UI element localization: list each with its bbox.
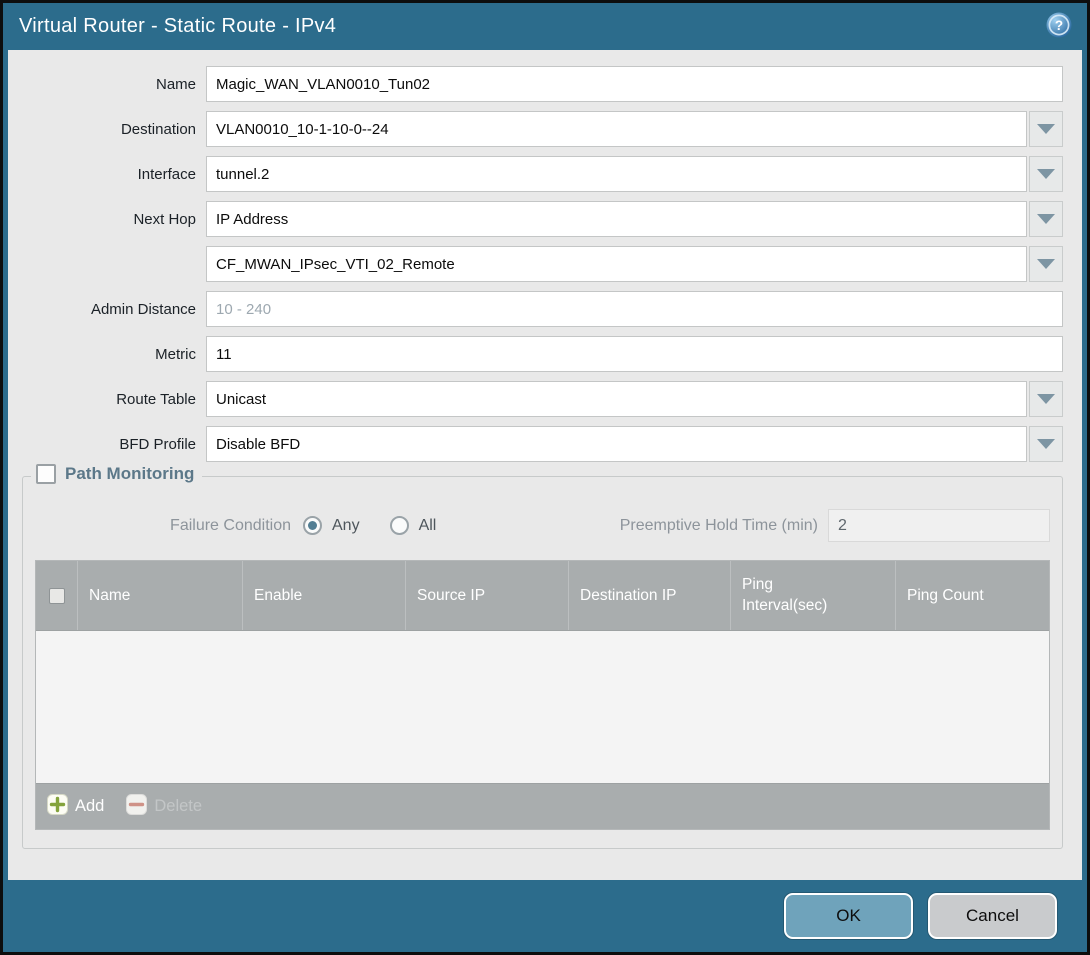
chevron-down-icon — [1037, 124, 1055, 134]
interface-label: Interface — [22, 166, 206, 183]
admin-distance-label: Admin Distance — [22, 301, 206, 318]
name-input[interactable] — [206, 66, 1063, 102]
chevron-down-icon — [1037, 169, 1055, 179]
help-icon: ? — [1045, 11, 1073, 42]
delete-button[interactable]: Delete — [126, 794, 202, 820]
route-table-input[interactable] — [206, 381, 1027, 417]
failure-condition-label: Failure Condition — [35, 517, 303, 535]
form-row-bfd-profile: BFD Profile — [22, 426, 1063, 462]
destination-label: Destination — [22, 121, 206, 138]
form-row-metric: Metric — [22, 336, 1063, 372]
static-route-dialog: Virtual Router - Static Route - IPv4 ? — [0, 0, 1090, 955]
route-table-dropdown-button[interactable] — [1029, 381, 1063, 417]
path-monitoring-legend: Path Monitoring — [31, 464, 202, 484]
form-row-interface: Interface — [22, 156, 1063, 192]
next-hop-address-dropdown-button[interactable] — [1029, 246, 1063, 282]
form-row-next-hop: Next Hop — [22, 201, 1063, 237]
dialog-content: Name Destination Interface — [8, 50, 1082, 880]
radio-all-label: All — [419, 517, 437, 535]
failure-condition-all-option[interactable]: All — [390, 516, 437, 535]
admin-distance-input[interactable] — [206, 291, 1063, 327]
next-hop-address-combo — [206, 246, 1063, 282]
form-row-destination: Destination — [22, 111, 1063, 147]
select-all-checkbox[interactable] — [49, 588, 65, 604]
destination-dropdown-button[interactable] — [1029, 111, 1063, 147]
metric-input[interactable] — [206, 336, 1063, 372]
preemptive-hold-time-input[interactable] — [828, 509, 1050, 542]
help-button[interactable]: ? — [1045, 11, 1073, 42]
column-header-name[interactable]: Name — [78, 561, 243, 630]
delete-button-label: Delete — [154, 797, 202, 816]
path-monitoring-checkbox[interactable] — [36, 464, 56, 484]
path-monitoring-title: Path Monitoring — [65, 464, 194, 484]
next-hop-dropdown-button[interactable] — [1029, 201, 1063, 237]
dialog-footer: OK Cancel — [3, 880, 1087, 952]
dialog-titlebar: Virtual Router - Static Route - IPv4 ? — [3, 3, 1087, 50]
bfd-profile-label: BFD Profile — [22, 436, 206, 453]
interface-input[interactable] — [206, 156, 1027, 192]
column-header-source-ip[interactable]: Source IP — [406, 561, 569, 630]
chevron-down-icon — [1037, 439, 1055, 449]
path-monitoring-table: Name Enable Source IP Destination IP Pin… — [35, 560, 1050, 830]
form-row-name: Name — [22, 66, 1063, 102]
radio-any-label: Any — [332, 517, 360, 535]
cancel-button[interactable]: Cancel — [928, 893, 1057, 939]
bfd-profile-input[interactable] — [206, 426, 1027, 462]
form-row-admin-distance: Admin Distance — [22, 291, 1063, 327]
bfd-profile-dropdown-button[interactable] — [1029, 426, 1063, 462]
add-button[interactable]: Add — [47, 794, 104, 820]
chevron-down-icon — [1037, 259, 1055, 269]
column-header-enable[interactable]: Enable — [243, 561, 406, 630]
radio-all-icon — [390, 516, 409, 535]
failure-condition-any-option[interactable]: Any — [303, 516, 360, 535]
svg-text:?: ? — [1055, 18, 1063, 33]
column-header-destination-ip[interactable]: Destination IP — [569, 561, 731, 630]
form-row-next-hop-address — [22, 246, 1063, 282]
form-row-route-table: Route Table — [22, 381, 1063, 417]
bfd-profile-combo — [206, 426, 1063, 462]
preemptive-hold-time-label: Preemptive Hold Time (min) — [620, 517, 828, 535]
route-table-label: Route Table — [22, 391, 206, 408]
radio-any-icon — [303, 516, 322, 535]
metric-label: Metric — [22, 346, 206, 363]
plus-icon — [47, 794, 68, 820]
next-hop-address-input[interactable] — [206, 246, 1027, 282]
destination-combo — [206, 111, 1063, 147]
interface-dropdown-button[interactable] — [1029, 156, 1063, 192]
chevron-down-icon — [1037, 214, 1055, 224]
add-button-label: Add — [75, 797, 104, 816]
next-hop-label: Next Hop — [22, 211, 206, 228]
column-header-ping-count[interactable]: Ping Count — [896, 561, 1049, 630]
route-table-combo — [206, 381, 1063, 417]
table-body-empty[interactable] — [36, 631, 1049, 783]
path-monitoring-section: Path Monitoring Failure Condition Any Al… — [22, 476, 1063, 849]
minus-icon — [126, 794, 147, 820]
name-label: Name — [22, 76, 206, 93]
column-header-ping-interval[interactable]: Ping Interval(sec) — [731, 561, 896, 630]
chevron-down-icon — [1037, 394, 1055, 404]
next-hop-combo — [206, 201, 1063, 237]
table-toolbar: Add Delete — [36, 783, 1049, 829]
table-header-row: Name Enable Source IP Destination IP Pin… — [36, 561, 1049, 631]
failure-condition-row: Failure Condition Any All Preemptive Hol… — [35, 509, 1050, 542]
dialog-title: Virtual Router - Static Route - IPv4 — [19, 15, 336, 38]
interface-combo — [206, 156, 1063, 192]
ok-button[interactable]: OK — [784, 893, 913, 939]
next-hop-input[interactable] — [206, 201, 1027, 237]
destination-input[interactable] — [206, 111, 1027, 147]
table-header-select-all — [36, 561, 78, 630]
